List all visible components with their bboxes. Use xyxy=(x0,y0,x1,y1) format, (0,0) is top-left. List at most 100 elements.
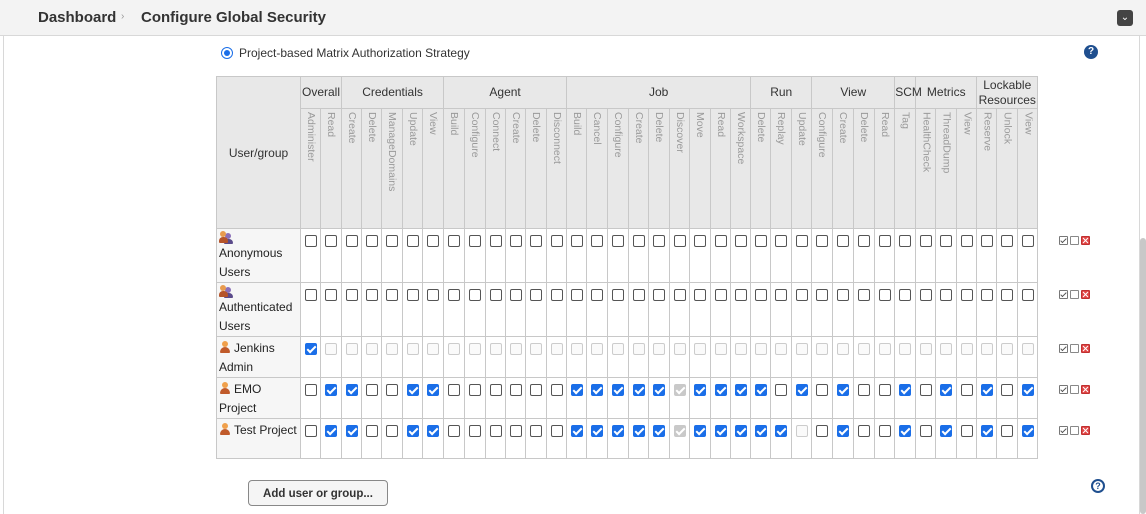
permission-checkbox[interactable] xyxy=(694,289,707,301)
permission-checkbox[interactable] xyxy=(919,384,932,396)
permission-checkbox[interactable] xyxy=(427,384,440,396)
permission-checkbox[interactable] xyxy=(714,235,727,247)
permission-checkbox[interactable] xyxy=(694,235,707,247)
permission-checkbox[interactable] xyxy=(734,425,747,437)
permission-checkbox[interactable] xyxy=(858,384,871,396)
permission-checkbox[interactable] xyxy=(427,235,440,247)
permission-checkbox[interactable] xyxy=(754,384,767,396)
permission-checkbox[interactable] xyxy=(365,235,378,247)
permission-checkbox[interactable] xyxy=(345,384,358,396)
breadcrumb-dashboard-link[interactable]: Dashboard xyxy=(38,9,116,26)
permission-checkbox[interactable] xyxy=(754,235,767,247)
permission-checkbox[interactable] xyxy=(448,235,461,247)
breadcrumb-current-page[interactable]: Configure Global Security xyxy=(141,9,326,26)
permission-checkbox[interactable] xyxy=(406,384,419,396)
permission-checkbox[interactable] xyxy=(530,235,543,247)
permission-checkbox[interactable] xyxy=(469,384,482,396)
permission-checkbox[interactable] xyxy=(694,384,707,396)
permission-checkbox[interactable] xyxy=(673,289,686,301)
permission-checkbox[interactable] xyxy=(653,384,666,396)
permission-checkbox[interactable] xyxy=(365,289,378,301)
permission-checkbox[interactable] xyxy=(1021,235,1034,247)
permission-checkbox[interactable] xyxy=(775,235,788,247)
permission-checkbox[interactable] xyxy=(878,289,891,301)
permission-checkbox[interactable] xyxy=(570,289,583,301)
permission-checkbox[interactable] xyxy=(1001,384,1014,396)
permission-checkbox[interactable] xyxy=(795,384,808,396)
permission-checkbox[interactable] xyxy=(940,289,953,301)
help-icon[interactable]: ? xyxy=(1084,45,1098,59)
permission-checkbox[interactable] xyxy=(304,384,317,396)
permission-checkbox[interactable] xyxy=(1001,235,1014,247)
unselect-all-icon[interactable] xyxy=(1070,289,1079,299)
permission-checkbox[interactable] xyxy=(570,384,583,396)
permission-checkbox[interactable] xyxy=(940,425,953,437)
permission-checkbox[interactable] xyxy=(427,425,440,437)
permission-checkbox[interactable] xyxy=(673,235,686,247)
permission-checkbox[interactable] xyxy=(858,289,871,301)
permission-checkbox[interactable] xyxy=(632,235,645,247)
permission-checkbox[interactable] xyxy=(632,384,645,396)
permission-checkbox[interactable] xyxy=(489,235,502,247)
permission-checkbox[interactable] xyxy=(406,289,419,301)
permission-checkbox[interactable] xyxy=(632,425,645,437)
permission-checkbox[interactable] xyxy=(1001,289,1014,301)
permission-checkbox[interactable] xyxy=(550,289,563,301)
permission-checkbox[interactable] xyxy=(878,425,891,437)
permission-checkbox[interactable] xyxy=(469,425,482,437)
permission-checkbox[interactable] xyxy=(489,425,502,437)
permission-checkbox[interactable] xyxy=(878,384,891,396)
permission-checkbox[interactable] xyxy=(795,289,808,301)
permission-checkbox[interactable] xyxy=(858,235,871,247)
permission-checkbox[interactable] xyxy=(1021,289,1034,301)
permission-checkbox[interactable] xyxy=(304,343,317,355)
permission-checkbox[interactable] xyxy=(325,425,337,437)
permission-checkbox[interactable] xyxy=(386,289,399,301)
permission-checkbox[interactable] xyxy=(591,289,604,301)
chevron-down-icon[interactable]: ⌄ xyxy=(1117,10,1133,26)
permission-checkbox[interactable] xyxy=(427,289,440,301)
strategy-radio-button[interactable] xyxy=(221,47,233,59)
permission-checkbox[interactable] xyxy=(816,235,829,247)
permission-checkbox[interactable] xyxy=(365,425,378,437)
permission-checkbox[interactable] xyxy=(714,425,727,437)
permission-checkbox[interactable] xyxy=(694,425,707,437)
permission-checkbox[interactable] xyxy=(940,384,953,396)
permission-checkbox[interactable] xyxy=(345,425,358,437)
permission-checkbox[interactable] xyxy=(509,425,522,437)
permission-checkbox[interactable] xyxy=(653,289,666,301)
permission-checkbox[interactable] xyxy=(714,384,727,396)
unselect-all-icon[interactable] xyxy=(1070,235,1079,245)
permission-checkbox[interactable] xyxy=(469,235,482,247)
permission-checkbox[interactable] xyxy=(837,384,850,396)
permission-checkbox[interactable] xyxy=(530,384,543,396)
permission-checkbox[interactable] xyxy=(489,384,502,396)
permission-checkbox[interactable] xyxy=(386,235,399,247)
delete-icon[interactable] xyxy=(1081,384,1090,394)
permission-checkbox[interactable] xyxy=(304,289,317,301)
permission-checkbox[interactable] xyxy=(325,235,337,247)
permission-checkbox[interactable] xyxy=(858,425,871,437)
add-user-or-group-button[interactable]: Add user or group... xyxy=(248,480,388,506)
permission-checkbox[interactable] xyxy=(406,235,419,247)
unselect-all-icon[interactable] xyxy=(1070,384,1079,394)
permission-checkbox[interactable] xyxy=(775,289,788,301)
delete-icon[interactable] xyxy=(1081,425,1090,435)
authorization-strategy-option[interactable]: Project-based Matrix Authorization Strat… xyxy=(221,44,470,62)
unselect-all-icon[interactable] xyxy=(1070,425,1079,435)
permission-checkbox[interactable] xyxy=(530,425,543,437)
permission-checkbox[interactable] xyxy=(570,235,583,247)
permission-checkbox[interactable] xyxy=(448,384,461,396)
permission-checkbox[interactable] xyxy=(754,425,767,437)
permission-checkbox[interactable] xyxy=(775,425,788,437)
unselect-all-icon[interactable] xyxy=(1070,343,1079,353)
permission-checkbox[interactable] xyxy=(795,235,808,247)
permission-checkbox[interactable] xyxy=(570,425,583,437)
permission-checkbox[interactable] xyxy=(837,235,850,247)
permission-checkbox[interactable] xyxy=(612,289,625,301)
permission-checkbox[interactable] xyxy=(734,384,747,396)
permission-checkbox[interactable] xyxy=(980,425,993,437)
permission-checkbox[interactable] xyxy=(489,289,502,301)
permission-checkbox[interactable] xyxy=(612,384,625,396)
permission-checkbox[interactable] xyxy=(304,425,317,437)
